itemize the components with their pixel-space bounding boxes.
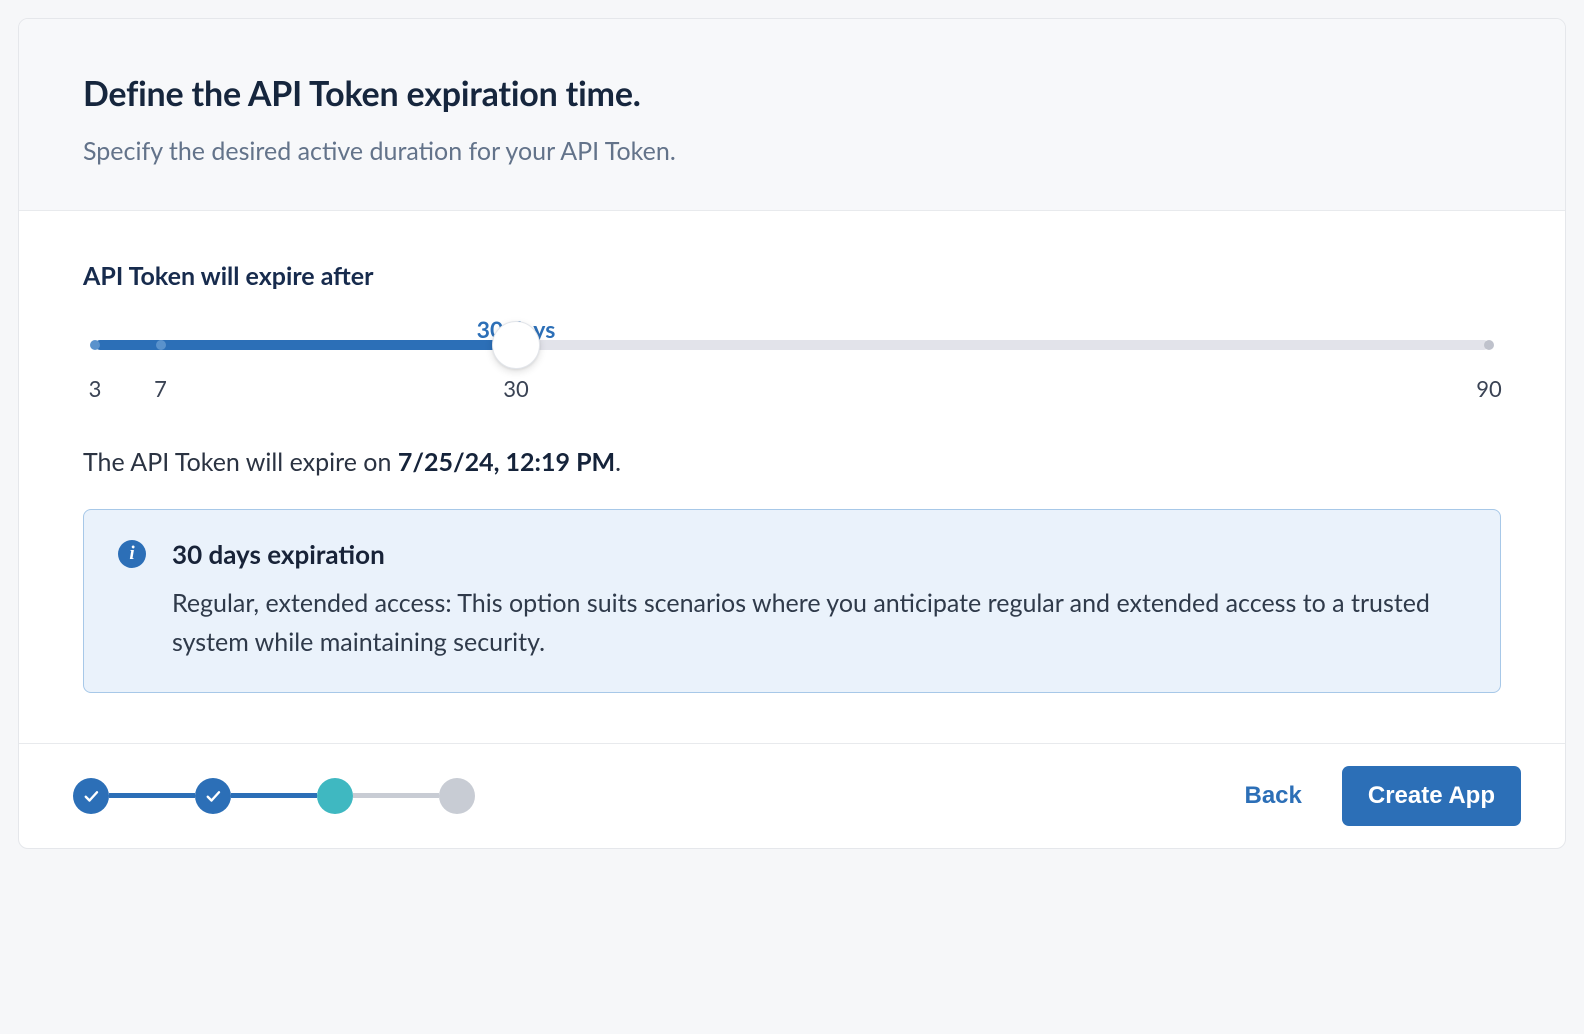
wizard-step-connector bbox=[353, 793, 439, 798]
slider-tick-label: 3 bbox=[89, 375, 102, 402]
expiration-sentence: The API Token will expire on 7/25/24, 12… bbox=[83, 447, 1501, 477]
wizard-stepper bbox=[73, 778, 475, 814]
info-icon: i bbox=[118, 540, 146, 568]
check-icon bbox=[204, 787, 222, 805]
slider-tick-label: 90 bbox=[1476, 375, 1502, 402]
info-callout: i 30 days expiration Regular, extended a… bbox=[83, 509, 1501, 693]
create-app-button[interactable]: Create App bbox=[1342, 766, 1521, 826]
slider-track[interactable] bbox=[95, 327, 1489, 363]
callout-body: Regular, extended access: This option su… bbox=[172, 584, 1466, 662]
expiration-date: 7/25/24, 12:19 PM bbox=[398, 447, 615, 477]
expiration-sentence-prefix: The API Token will expire on bbox=[83, 447, 398, 477]
page-title: Define the API Token expiration time. bbox=[83, 73, 1501, 114]
slider-tick-label: 30 bbox=[503, 375, 529, 402]
callout-content: 30 days expiration Regular, extended acc… bbox=[172, 538, 1466, 662]
wizard-step[interactable] bbox=[439, 778, 475, 814]
card-body: API Token will expire after 30 days 3730… bbox=[19, 211, 1565, 743]
slider-stop bbox=[156, 340, 166, 350]
page-subtitle: Specify the desired active duration for … bbox=[83, 136, 1501, 166]
slider-stop bbox=[90, 340, 100, 350]
wizard-step[interactable] bbox=[73, 778, 109, 814]
card-header: Define the API Token expiration time. Sp… bbox=[19, 19, 1565, 211]
slider-tick-label: 7 bbox=[154, 375, 167, 402]
footer-actions: Back Create App bbox=[1236, 766, 1521, 826]
wizard-step[interactable] bbox=[195, 778, 231, 814]
card-footer: Back Create App bbox=[19, 743, 1565, 848]
slider-label: API Token will expire after bbox=[83, 261, 1501, 291]
wizard-card: Define the API Token expiration time. Sp… bbox=[18, 18, 1566, 849]
callout-title: 30 days expiration bbox=[172, 538, 1466, 570]
check-icon bbox=[82, 787, 100, 805]
slider-stop bbox=[1484, 340, 1494, 350]
wizard-step[interactable] bbox=[317, 778, 353, 814]
wizard-step-connector bbox=[231, 793, 317, 798]
expiration-sentence-suffix: . bbox=[615, 447, 621, 477]
expiration-slider[interactable]: 30 days 373090 bbox=[95, 327, 1489, 403]
slider-tick-labels: 373090 bbox=[95, 375, 1489, 403]
back-button[interactable]: Back bbox=[1236, 772, 1309, 820]
wizard-step-connector bbox=[109, 793, 195, 798]
slider-thumb[interactable] bbox=[492, 321, 540, 369]
